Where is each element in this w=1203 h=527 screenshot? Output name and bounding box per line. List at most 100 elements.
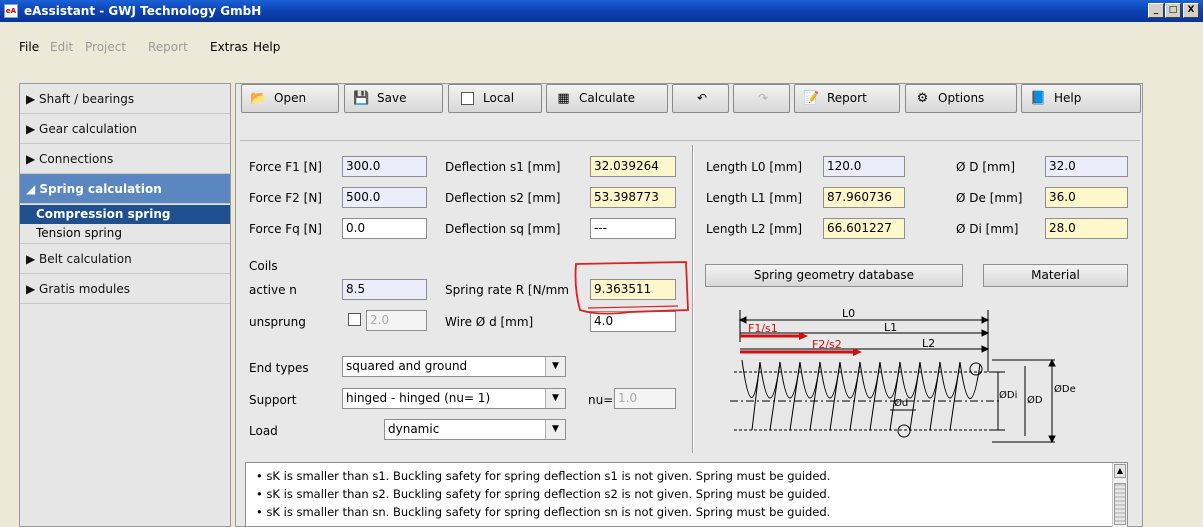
spring-diagram: L0 L1 L2 F1/s1 F2/s2 Ød ØDi ØD ØDe xyxy=(730,307,1076,444)
menu-file[interactable]: File xyxy=(19,40,39,54)
chevron-down-icon: ▼ xyxy=(545,357,565,376)
diameter-d-input[interactable]: 32.0 xyxy=(1045,156,1128,177)
deflection-s1-label: Deflection s1 [mm] xyxy=(445,160,561,174)
highlight-annotation xyxy=(574,261,689,315)
sidebar-item-gratis-modules[interactable]: ▶ Gratis modules xyxy=(20,274,230,304)
scroll-up-icon[interactable]: ▲ xyxy=(1114,464,1126,478)
minimize-button[interactable]: _ xyxy=(1148,3,1164,18)
unsprung-label: unsprung xyxy=(249,315,306,329)
support-select[interactable]: hinged - hinged (nu= 1) ▼ xyxy=(342,388,566,409)
maximize-button[interactable]: □ xyxy=(1165,3,1181,18)
material-button[interactable]: Material xyxy=(983,264,1128,287)
message-scrollbar[interactable]: ▲ xyxy=(1112,463,1127,527)
help-book-icon: 📘 xyxy=(1030,91,1047,106)
sidebar-item-spring-calculation[interactable]: ◢ Spring calculation xyxy=(20,174,230,204)
sidebar-item-belt-calculation[interactable]: ▶ Belt calculation xyxy=(20,244,230,274)
sidebar-subitem-compression-spring[interactable]: Compression spring xyxy=(20,205,230,224)
coils-label: Coils xyxy=(249,259,278,273)
load-label: Load xyxy=(249,424,278,438)
scrollbar-thumb[interactable] xyxy=(1114,483,1126,525)
force-f2-label: Force F2 [N] xyxy=(249,191,322,205)
report-button[interactable]: 📝 Report xyxy=(794,84,900,113)
redo-button[interactable]: ↷ xyxy=(733,84,790,113)
deflection-s1-output: 32.039264 xyxy=(590,156,676,177)
message-line: • sK is smaller than s1. Buckling safety… xyxy=(256,469,831,483)
chevron-down-icon: ▼ xyxy=(545,389,565,408)
calculator-icon: ▦ xyxy=(557,91,570,106)
calculate-button[interactable]: ▦ Calculate xyxy=(546,84,668,113)
length-l0-input[interactable]: 120.0 xyxy=(823,156,905,177)
end-types-select[interactable]: squared and ground ▼ xyxy=(342,356,566,377)
spring-geometry-database-button[interactable]: Spring geometry database xyxy=(705,264,963,287)
active-coils-input[interactable]: 8.5 xyxy=(342,279,427,300)
support-label: Support xyxy=(249,393,297,407)
unsprung-checkbox[interactable] xyxy=(348,313,361,326)
menu-project[interactable]: Project xyxy=(85,40,126,54)
folder-open-icon: 📂 xyxy=(250,91,267,106)
length-l1-output: 87.960736 xyxy=(823,187,905,208)
undo-button[interactable]: ↶ xyxy=(672,84,729,113)
dim-d-label: Ød xyxy=(894,397,908,409)
options-button[interactable]: ⚙ Options xyxy=(905,84,1017,113)
force-fq-input[interactable]: 0.0 xyxy=(342,218,427,239)
sidebar: ▶ Shaft / bearings ▶ Gear calculation ▶ … xyxy=(19,83,231,527)
sidebar-item-connections[interactable]: ▶ Connections xyxy=(20,144,230,174)
deflection-sq-output: --- xyxy=(590,218,676,239)
dim-l1-label: L1 xyxy=(884,321,897,334)
menu-report[interactable]: Report xyxy=(148,40,188,54)
diameter-de-output: 36.0 xyxy=(1045,187,1128,208)
diameter-di-label: Ø Di [mm] xyxy=(956,222,1019,236)
gear-icon: ⚙ xyxy=(916,91,929,106)
deflection-sq-label: Deflection sq [mm] xyxy=(445,222,561,236)
end-types-label: End types xyxy=(249,361,309,375)
deflection-s2-output: 53.398773 xyxy=(590,187,676,208)
menu-extras[interactable]: Extras xyxy=(210,40,248,54)
dim-dd-label: ØD xyxy=(1027,394,1043,406)
toolbar-separator xyxy=(240,119,1140,141)
save-icon: 💾 xyxy=(353,91,370,106)
local-toggle[interactable]: Local xyxy=(448,84,542,113)
wire-diameter-label: Wire Ø d [mm] xyxy=(445,315,534,329)
diameter-de-label: Ø De [mm] xyxy=(956,191,1023,205)
undo-icon: ↶ xyxy=(697,91,708,105)
force-f1-input[interactable]: 300.0 xyxy=(342,156,427,177)
force-f2-input[interactable]: 500.0 xyxy=(342,187,427,208)
message-line: • sK is smaller than sn. Buckling safety… xyxy=(256,505,831,519)
chevron-down-icon: ▼ xyxy=(545,420,565,439)
open-button[interactable]: 📂 Open xyxy=(241,84,339,113)
length-l2-label: Length L2 [mm] xyxy=(706,222,803,236)
window-title: eAssistant - GWJ Technology GmbH xyxy=(0,0,1203,22)
menu-edit[interactable]: Edit xyxy=(50,40,73,54)
report-icon: 📝 xyxy=(803,91,820,106)
length-l2-output: 66.601227 xyxy=(823,218,905,239)
app-icon: eA xyxy=(4,4,18,18)
unsprung-input[interactable]: 2.0 xyxy=(366,310,427,331)
f2-s2-label: F2/s2 xyxy=(812,338,842,351)
redo-icon: ↷ xyxy=(758,91,769,105)
dim-de-label: ØDe xyxy=(1054,383,1076,395)
diameter-di-output: 28.0 xyxy=(1045,218,1128,239)
spring-rate-label: Spring rate R [N/mm xyxy=(445,283,569,297)
deflection-s2-label: Deflection s2 [mm] xyxy=(445,191,561,205)
help-button[interactable]: 📘 Help xyxy=(1021,84,1141,113)
menu-help[interactable]: Help xyxy=(253,40,280,54)
nu-input[interactable]: 1.0 xyxy=(614,388,676,409)
message-box: • sK is smaller than s1. Buckling safety… xyxy=(245,462,1128,527)
diameter-d-label: Ø D [mm] xyxy=(956,160,1016,174)
nu-label: nu= xyxy=(588,393,614,407)
close-button[interactable]: X xyxy=(1183,3,1199,18)
sidebar-item-shaft-bearings[interactable]: ▶ Shaft / bearings xyxy=(20,84,230,114)
sidebar-subitem-tension-spring[interactable]: Tension spring xyxy=(20,224,230,244)
f1-s1-label: F1/s1 xyxy=(748,322,778,335)
save-button[interactable]: 💾 Save xyxy=(344,84,443,113)
dim-l0-label: L0 xyxy=(842,307,855,320)
length-l0-label: Length L0 [mm] xyxy=(706,160,803,174)
dim-l2-label: L2 xyxy=(922,337,935,350)
length-l1-label: Length L1 [mm] xyxy=(706,191,803,205)
sidebar-item-gear-calculation[interactable]: ▶ Gear calculation xyxy=(20,114,230,144)
force-f1-label: Force F1 [N] xyxy=(249,160,322,174)
load-select[interactable]: dynamic ▼ xyxy=(384,419,566,440)
local-checkbox[interactable] xyxy=(461,92,474,105)
dim-di-label: ØDi xyxy=(999,389,1017,401)
message-line: • sK is smaller than s2. Buckling safety… xyxy=(256,487,831,501)
